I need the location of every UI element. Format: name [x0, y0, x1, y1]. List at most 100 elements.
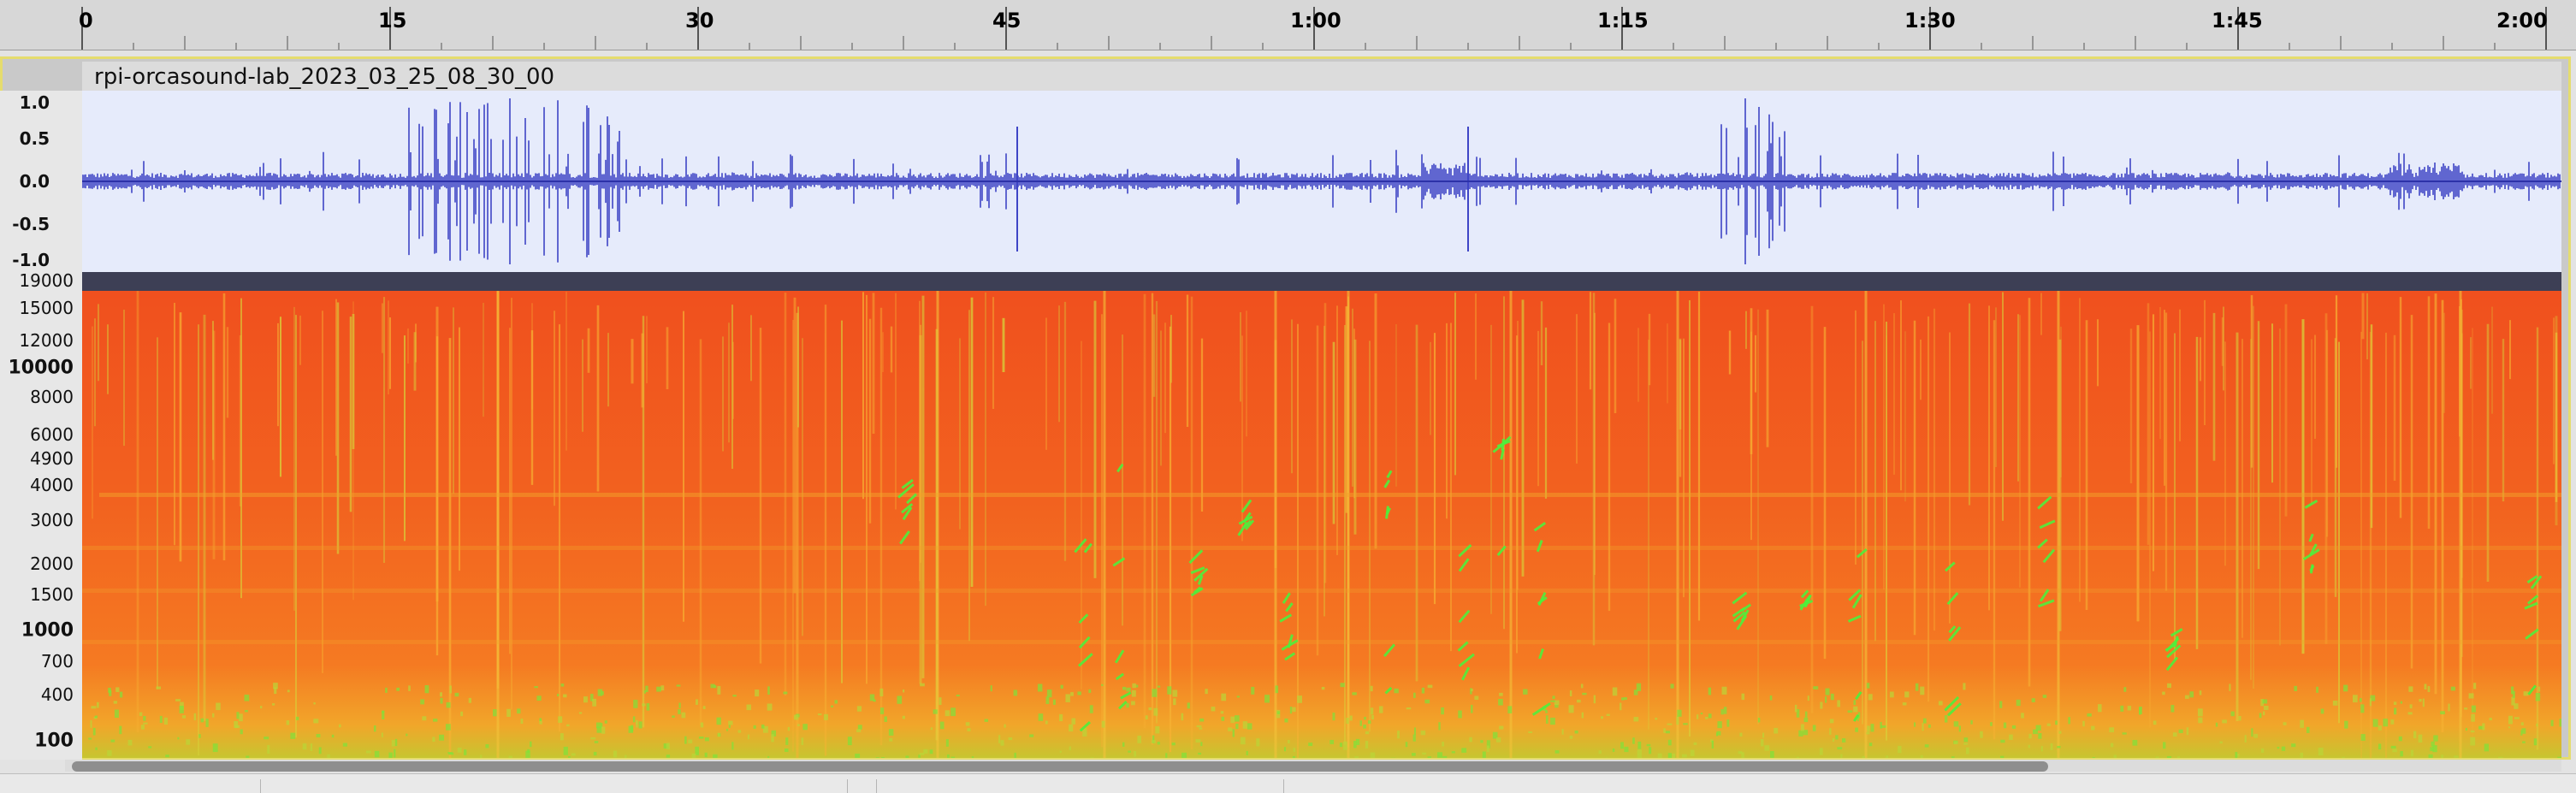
spectrogram-low-freq-energy	[1808, 695, 1809, 701]
spectrogram-low-freq-energy	[563, 695, 566, 698]
spectrogram-low-freq-energy	[1867, 683, 1870, 688]
spectrogram-low-freq-energy	[2004, 723, 2006, 729]
spectrogram-low-freq-energy	[422, 716, 426, 720]
spectrogram-low-freq-energy	[382, 732, 383, 737]
spectrogram-low-freq-energy	[1077, 691, 1081, 695]
spectrogram-low-freq-energy	[1352, 692, 1356, 695]
spectrogram-low-freq-energy	[143, 723, 148, 725]
spectrogram-low-freq-energy	[1914, 722, 1916, 726]
spectrogram-low-freq-energy	[1297, 695, 1302, 703]
spectrogram-low-freq-energy	[2058, 731, 2061, 734]
spectrogram-low-freq-energy	[1666, 731, 1670, 733]
spectrogram-low-freq-energy	[1146, 715, 1148, 719]
timeline-ruler[interactable]: 0 15 30 45 1:00 1:15 1:30 1:45 2:00	[0, 0, 2576, 50]
spectrogram-low-freq-energy	[2082, 721, 2085, 726]
spectrogram-low-freq-energy	[245, 710, 248, 712]
ruler-label-1-00: 1:00	[1290, 9, 1341, 33]
frequency-tick: 700	[41, 651, 74, 672]
spectrogram-low-freq-energy	[684, 737, 687, 744]
spectrogram-low-freq-energy	[2239, 716, 2241, 720]
spectrogram-low-freq-energy	[2185, 695, 2189, 699]
spectrogram-low-freq-energy	[439, 735, 444, 741]
spectrogram-low-freq-energy	[408, 685, 411, 690]
spectrogram-low-freq-energy	[1620, 742, 1624, 749]
spectrogram-low-freq-energy	[440, 692, 442, 696]
spectrogram-low-freq-energy	[2469, 693, 2474, 698]
spectrogram-low-freq-energy	[1088, 689, 1091, 693]
spectrogram-low-freq-energy	[1292, 707, 1295, 712]
spectrogram-low-freq-energy	[1438, 722, 1440, 730]
spectrogram-low-freq-energy	[2413, 731, 2416, 738]
spectrogram-low-freq-energy	[2560, 719, 2561, 726]
spectrogram-low-freq-energy	[1276, 685, 1278, 693]
waveform-view[interactable]	[82, 91, 2561, 272]
horizontal-scrollbar-thumb[interactable]	[72, 761, 2048, 772]
spectrogram-low-freq-energy	[1613, 749, 1614, 752]
spectrogram-low-freq-energy	[2482, 723, 2484, 730]
spectrogram-low-freq-energy	[1277, 711, 1280, 714]
spectrogram-low-freq-energy	[1954, 721, 1959, 726]
spectrogram-low-freq-energy	[260, 706, 262, 708]
spectrogram-low-freq-energy	[236, 712, 239, 719]
spectrogram-low-freq-energy	[666, 743, 670, 749]
spectrogram-low-freq-energy	[1720, 709, 1723, 714]
spectrogram-low-freq-energy	[1916, 684, 1918, 691]
spectrogram-low-freq-energy	[1353, 741, 1357, 748]
spectrogram-low-freq-energy	[530, 742, 531, 747]
spectrogram-low-freq-energy	[2051, 743, 2053, 750]
frequency-tick: 4900	[30, 448, 74, 469]
spectrogram-low-freq-energy	[1413, 693, 1416, 698]
toolbar-divider	[260, 779, 261, 793]
spectrogram-low-freq-energy	[647, 703, 650, 711]
spectrogram-low-freq-energy	[1181, 753, 1187, 758]
spectrogram-low-freq-energy	[2521, 722, 2524, 725]
spectrogram-low-freq-energy	[1813, 686, 1818, 689]
spectrogram-low-freq-energy	[1898, 746, 1901, 753]
spectrogram-low-freq-energy	[794, 715, 798, 720]
spectrogram-low-freq-energy	[2111, 743, 2113, 748]
spectrogram-low-freq-energy	[264, 737, 269, 739]
spectrogram-low-freq-energy	[2514, 717, 2520, 719]
spectrogram-low-freq-energy	[2513, 691, 2515, 698]
spectrogram-low-freq-energy	[1862, 756, 1865, 758]
ruler-label-1-30: 1:30	[1904, 9, 1956, 33]
spectrogram-low-freq-energy	[506, 709, 511, 717]
spectrogram-low-freq-energy	[1870, 724, 1874, 731]
spectrogram-low-freq-energy	[1868, 694, 1873, 700]
spectrogram-low-freq-energy	[2428, 686, 2431, 692]
spectrogram-low-freq-energy	[1205, 689, 1207, 694]
spectrogram-low-freq-energy	[2264, 706, 2269, 710]
spectrogram-low-freq-energy	[2522, 741, 2526, 743]
spectrogram-low-freq-energy	[1866, 732, 1869, 735]
spectrogram-low-freq-energy	[375, 751, 379, 757]
spectrogram-low-freq-energy	[1293, 756, 1295, 758]
spectrogram-low-freq-energy	[1152, 740, 1156, 743]
spectrogram-low-freq-energy	[1346, 718, 1348, 724]
spectrogram-low-freq-energy	[1368, 720, 1371, 724]
spectrogram-low-freq-energy	[2123, 687, 2126, 692]
spectrogram-low-freq-energy	[2316, 687, 2318, 693]
spectrogram-low-freq-energy	[639, 721, 643, 728]
spectrogram-low-freq-energy	[313, 702, 315, 704]
spectrogram-low-freq-energy	[1670, 684, 1673, 688]
spectrogram-low-freq-energy	[1668, 740, 1672, 746]
spectrogram-low-freq-energy	[2551, 720, 2554, 726]
spectrogram-low-freq-energy	[1668, 753, 1672, 758]
spectrogram-low-freq-energy	[2300, 753, 2303, 758]
waveform-amplitude-scale[interactable]: 1.0 0.5 0.0 -0.5 -1.0	[0, 91, 82, 272]
spectrogram-low-freq-energy	[1474, 696, 1478, 701]
spectrogram-low-freq-energy	[644, 690, 646, 694]
spectrogram-frequency-scale[interactable]: 19000 15000 12000 10000 8000 6000 4900 4…	[0, 272, 82, 760]
spectrogram-view[interactable]	[82, 272, 2561, 758]
spectrogram-low-freq-energy	[633, 700, 637, 708]
spectrogram-low-freq-energy	[1683, 723, 1688, 725]
spectrogram-tonal-band	[82, 640, 2561, 644]
spectrogram-low-freq-energy	[2200, 690, 2202, 695]
spectrogram-low-freq-energy	[1764, 745, 1769, 750]
spectrogram-low-freq-energy	[2153, 720, 2157, 725]
spectrogram-low-freq-energy	[303, 743, 307, 749]
spectrogram-low-freq-energy	[1712, 741, 1714, 749]
spectrogram-low-freq-energy	[678, 702, 680, 707]
spectrogram-low-freq-energy	[2536, 693, 2540, 701]
spectrogram-low-freq-energy	[1848, 710, 1853, 713]
